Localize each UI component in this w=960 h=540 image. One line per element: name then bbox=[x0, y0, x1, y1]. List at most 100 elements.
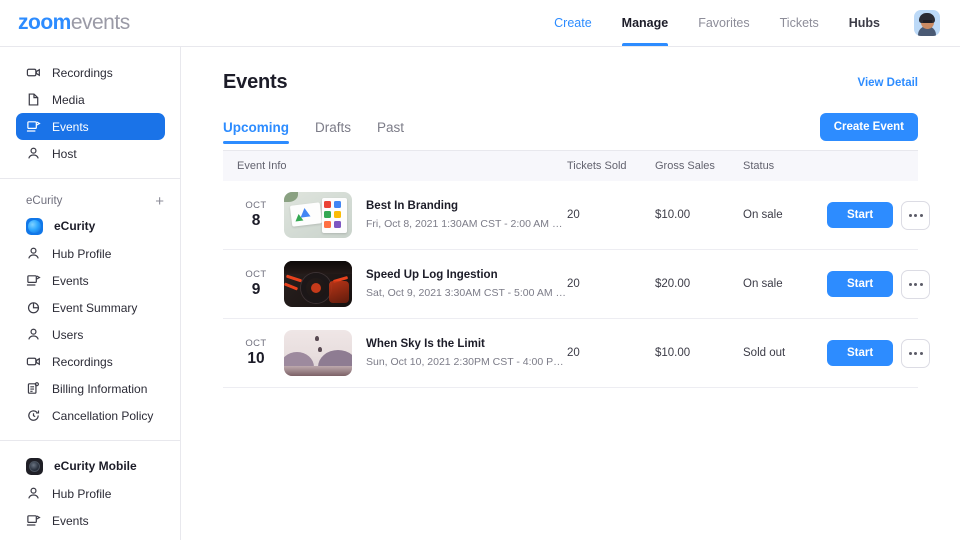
sidebar-item-users[interactable]: Users bbox=[16, 321, 165, 348]
row-actions: Start bbox=[827, 270, 942, 299]
presentation-screen-icon bbox=[26, 119, 41, 134]
status-badge: On sale bbox=[743, 209, 827, 221]
sidebar-label: Cancellation Policy bbox=[52, 410, 153, 422]
tab-upcoming[interactable]: Upcoming bbox=[223, 120, 289, 144]
hot-air-balloon bbox=[315, 336, 319, 341]
more-options-icon[interactable] bbox=[901, 270, 930, 299]
hub-item-ecurity[interactable]: eCurity bbox=[16, 212, 165, 240]
person-icon bbox=[26, 327, 41, 342]
sidebar-label: Users bbox=[52, 329, 83, 341]
nav-item-tickets[interactable]: Tickets bbox=[780, 0, 819, 46]
seat-glow bbox=[329, 281, 349, 303]
icon-grid bbox=[324, 201, 345, 228]
sidebar-item-recordings[interactable]: Recordings bbox=[16, 59, 165, 86]
event-title[interactable]: Best In Branding bbox=[366, 199, 567, 214]
table-row[interactable]: OCT 10 When Sky Is the Limit Su bbox=[223, 319, 918, 388]
event-text: Speed Up Log Ingestion Sat, Oct 9, 2021 … bbox=[366, 268, 567, 301]
hub-name: eCurity Mobile bbox=[54, 459, 137, 473]
row-actions: Start bbox=[827, 201, 942, 230]
event-date: OCT 8 bbox=[237, 200, 275, 230]
gross-sales-value: $10.00 bbox=[655, 209, 743, 221]
nav-item-favorites[interactable]: Favorites bbox=[698, 0, 749, 46]
video-camera-icon bbox=[26, 354, 41, 369]
car-dashboard bbox=[284, 261, 352, 274]
logo-zoom-text: zoom bbox=[18, 11, 71, 35]
branding-design-cards-thumbnail[interactable] bbox=[284, 192, 352, 238]
view-detail-link[interactable]: View Detail bbox=[857, 71, 918, 89]
hub-name: eCurity bbox=[54, 219, 95, 233]
event-title[interactable]: Speed Up Log Ingestion bbox=[366, 268, 567, 283]
nav-item-hubs[interactable]: Hubs bbox=[849, 0, 880, 46]
user-avatar[interactable] bbox=[914, 10, 940, 36]
event-month: OCT bbox=[237, 200, 275, 211]
water-surface bbox=[284, 366, 352, 376]
app-body: Recordings Media Events Host bbox=[0, 47, 960, 540]
sidebar-item-hub-profile[interactable]: Hub Profile bbox=[16, 240, 165, 267]
page-title: Events bbox=[223, 71, 287, 94]
event-month: OCT bbox=[237, 338, 275, 349]
start-button[interactable]: Start bbox=[827, 202, 893, 228]
sidebar-item-hub-events[interactable]: Events bbox=[16, 267, 165, 294]
add-hub-icon[interactable]: + bbox=[155, 194, 164, 209]
event-date: OCT 9 bbox=[237, 269, 275, 299]
balloons-over-mountains-thumbnail[interactable] bbox=[284, 330, 352, 376]
table-header-row: Event Info Tickets Sold Gross Sales Stat… bbox=[223, 151, 918, 181]
file-icon bbox=[26, 92, 41, 107]
sidebar-item-hub-recordings[interactable]: Recordings bbox=[16, 348, 165, 375]
pie-chart-icon bbox=[26, 300, 41, 315]
event-day: 10 bbox=[237, 350, 275, 368]
event-info-cell: OCT 10 When Sky Is the Limit Su bbox=[223, 330, 567, 376]
event-text: When Sky Is the Limit Sun, Oct 10, 2021 … bbox=[366, 337, 567, 370]
top-bar: zoomevents Create Manage Favorites Ticke… bbox=[0, 0, 960, 47]
more-options-icon[interactable] bbox=[901, 201, 930, 230]
column-header-event-info: Event Info bbox=[223, 160, 567, 172]
presentation-screen-icon bbox=[26, 273, 41, 288]
tab-drafts[interactable]: Drafts bbox=[315, 120, 351, 144]
red-accent bbox=[284, 282, 298, 290]
event-day: 8 bbox=[237, 212, 275, 230]
sidebar-item-billing-information[interactable]: Billing Information bbox=[16, 375, 165, 402]
zoom-events-logo[interactable]: zoomevents bbox=[18, 11, 130, 35]
create-event-button[interactable]: Create Event bbox=[820, 113, 918, 141]
steering-wheel-hub bbox=[311, 283, 321, 293]
event-month: OCT bbox=[237, 269, 275, 280]
sidebar-label: Recordings bbox=[52, 356, 113, 368]
nav-item-create[interactable]: Create bbox=[554, 0, 592, 46]
sidebar-label: Events bbox=[52, 515, 89, 527]
sidebar-section-header-ecurity: eCurity + bbox=[26, 190, 164, 212]
sidebar-item-mobile-events[interactable]: Events bbox=[16, 507, 165, 534]
zoom-events-app: zoomevents Create Manage Favorites Ticke… bbox=[0, 0, 960, 540]
sidebar-section-label: eCurity bbox=[26, 195, 62, 207]
sidebar: Recordings Media Events Host bbox=[0, 47, 181, 540]
sidebar-item-mobile-hub-profile[interactable]: Hub Profile bbox=[16, 480, 165, 507]
nav-item-manage[interactable]: Manage bbox=[622, 0, 669, 46]
gross-sales-value: $10.00 bbox=[655, 347, 743, 359]
sidebar-item-event-summary[interactable]: Event Summary bbox=[16, 294, 165, 321]
start-button[interactable]: Start bbox=[827, 340, 893, 366]
main-header: Events View Detail bbox=[223, 71, 918, 94]
sidebar-item-host[interactable]: Host bbox=[16, 140, 165, 167]
start-button[interactable]: Start bbox=[827, 271, 893, 297]
event-text: Best In Branding Fri, Oct 8, 2021 1:30AM… bbox=[366, 199, 567, 232]
event-title[interactable]: When Sky Is the Limit bbox=[366, 337, 567, 352]
hub-item-ecurity-mobile[interactable]: eCurity Mobile bbox=[16, 452, 165, 480]
leaf-decor bbox=[284, 192, 298, 202]
tab-past[interactable]: Past bbox=[377, 120, 404, 144]
sidebar-item-events[interactable]: Events bbox=[16, 113, 165, 140]
sidebar-divider bbox=[0, 178, 180, 179]
sidebar-divider-2 bbox=[0, 440, 180, 441]
events-table: Event Info Tickets Sold Gross Sales Stat… bbox=[223, 150, 918, 388]
more-options-icon[interactable] bbox=[901, 339, 930, 368]
tickets-sold-value: 20 bbox=[567, 278, 655, 290]
table-row[interactable]: OCT 9 Speed Up bbox=[223, 250, 918, 319]
event-schedule: Sun, Oct 10, 2021 2:30PM CST - 4:00 PM C… bbox=[366, 356, 567, 370]
sidebar-label: Events bbox=[52, 121, 89, 133]
sidebar-item-cancellation-policy[interactable]: Cancellation Policy bbox=[16, 402, 165, 429]
person-icon bbox=[26, 486, 41, 501]
sports-car-interior-thumbnail[interactable] bbox=[284, 261, 352, 307]
table-row[interactable]: OCT 8 bbox=[223, 181, 918, 250]
sidebar-item-media[interactable]: Media bbox=[16, 86, 165, 113]
event-info-cell: OCT 8 bbox=[223, 192, 567, 238]
event-date: OCT 10 bbox=[237, 338, 275, 368]
column-header-tickets-sold: Tickets Sold bbox=[567, 160, 655, 172]
